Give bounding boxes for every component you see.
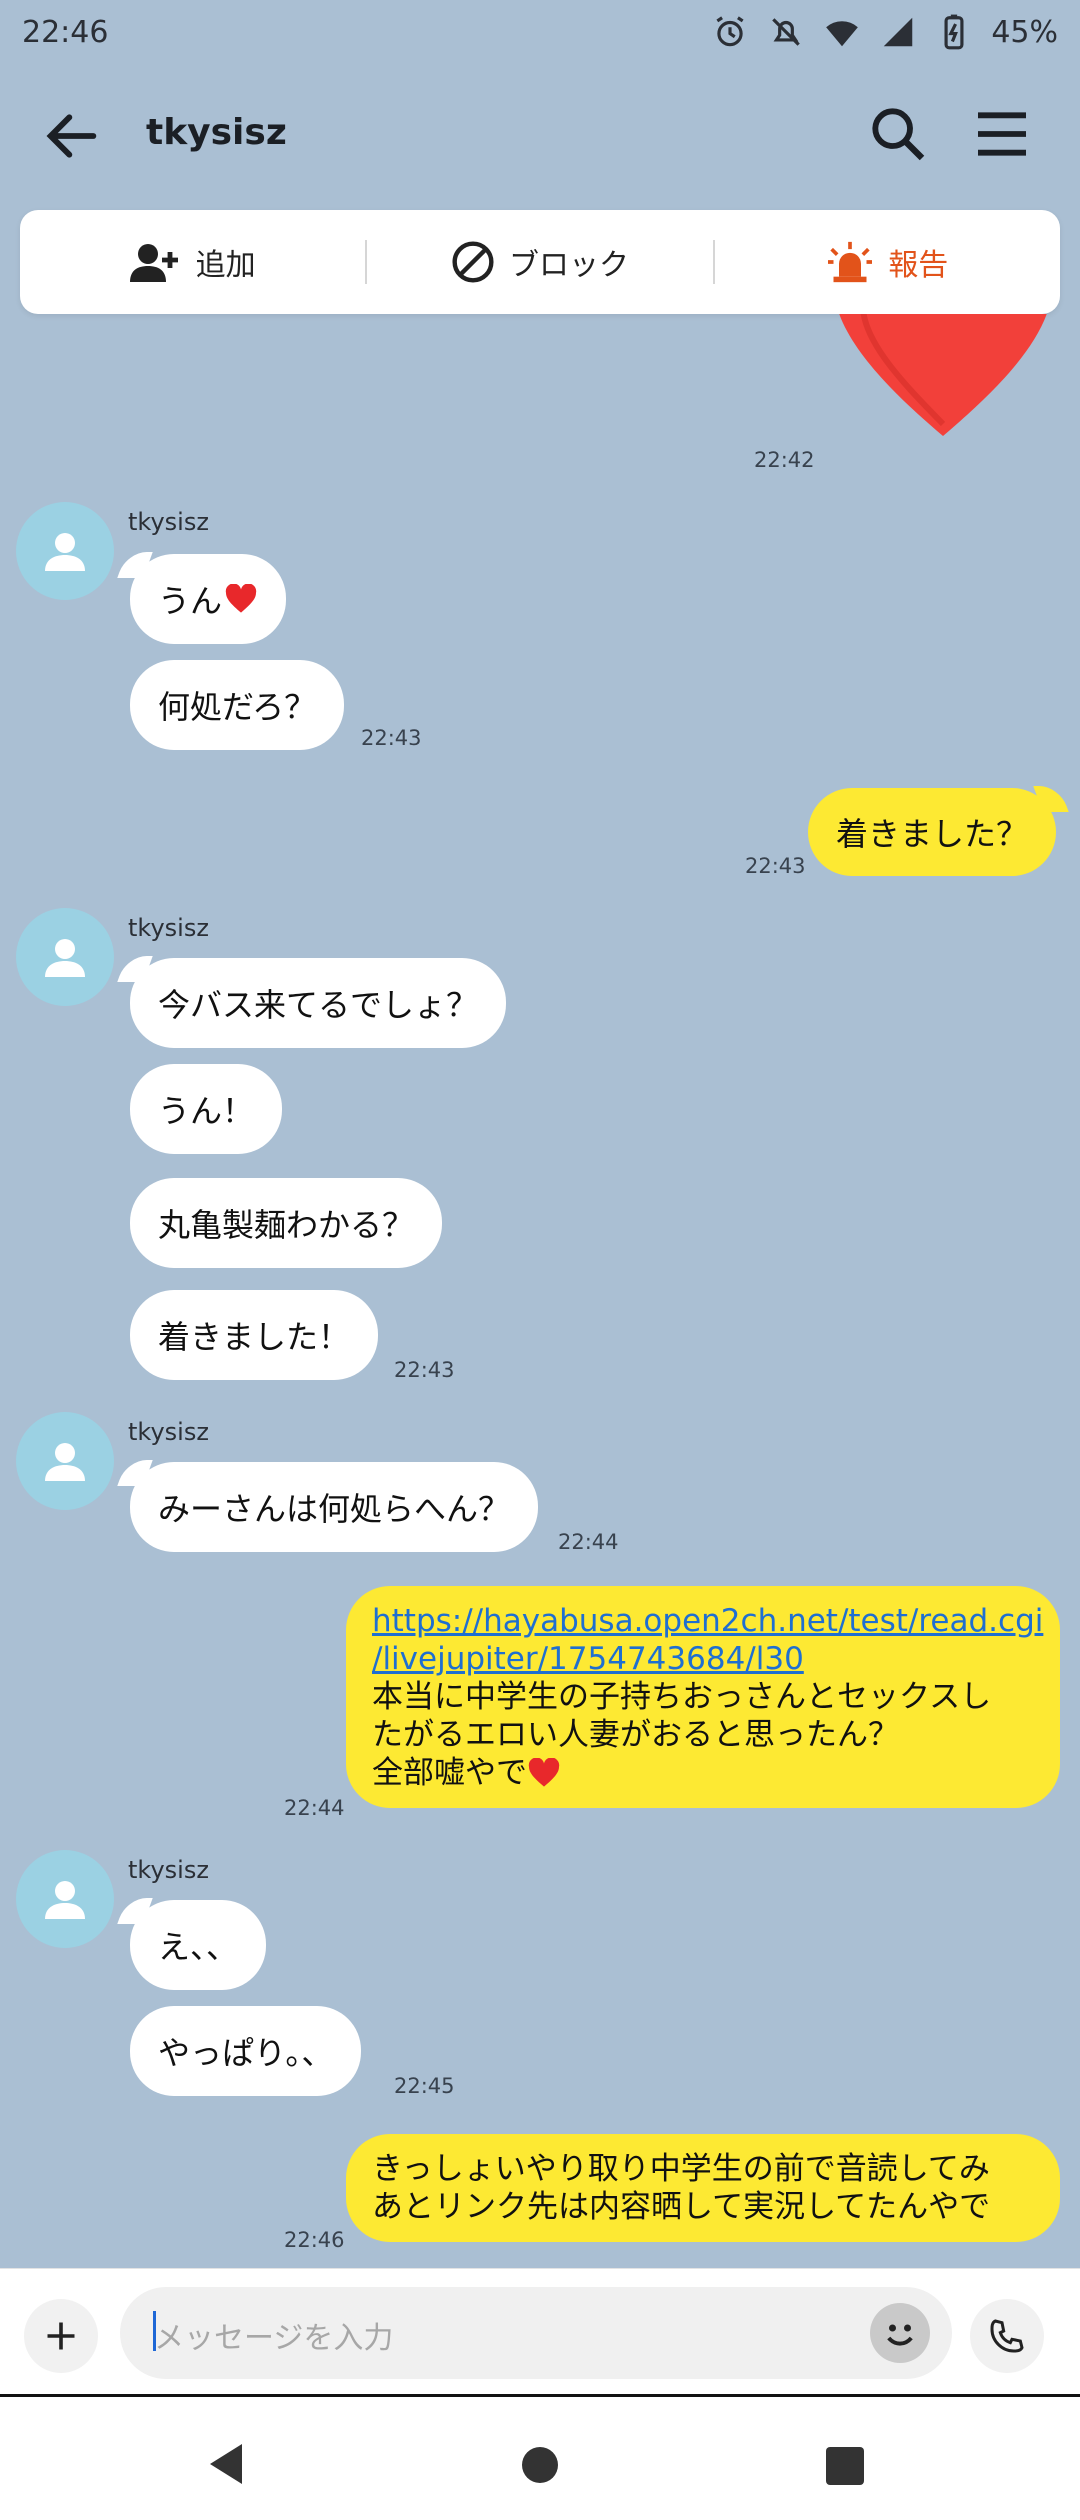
- avatar[interactable]: [16, 502, 114, 600]
- report-label: 報告: [888, 248, 949, 283]
- nav-home-icon[interactable]: [522, 2447, 558, 2483]
- message-text: あとリンク先は内容晒して実況してたんやで: [372, 2189, 991, 2225]
- message-time: 22:46: [284, 2228, 345, 2252]
- report-button[interactable]: 報告: [715, 210, 1060, 314]
- attach-button[interactable]: [24, 2299, 98, 2373]
- sender-name: tkysisz: [128, 508, 209, 536]
- chat-header: tkysisz: [0, 64, 1080, 209]
- heart-icon: [225, 584, 257, 613]
- block-label: ブロック: [508, 248, 629, 283]
- message-text: 何処だろ？: [158, 688, 317, 726]
- status-bar: 22:46 45%: [0, 0, 1080, 64]
- message-bubble[interactable]: 何処だろ？: [130, 660, 345, 750]
- sender-name: tkysisz: [128, 1418, 209, 1446]
- emoji-icon: [887, 2324, 913, 2346]
- message-time: 22:43: [394, 1358, 455, 1382]
- avatar-icon: [45, 533, 85, 571]
- system-nav-bar: [0, 2394, 1080, 2520]
- report-siren-icon: [828, 241, 873, 283]
- menu-icon[interactable]: [970, 102, 1034, 166]
- my-message-bubble[interactable]: きっしょいやり取り中学生の前で音読してみ あとリンク先は内容晒して実況してたんや…: [346, 2134, 1060, 2242]
- add-friend-icon: [129, 244, 178, 282]
- emoji-button[interactable]: [870, 2303, 930, 2363]
- avatar[interactable]: [16, 908, 114, 1006]
- status-time: 22:46: [22, 14, 109, 50]
- input-bar: メッセージを入力: [0, 2268, 1080, 2394]
- message-text: みーさんは何処らへん？: [158, 1490, 511, 1528]
- my-message-bubble[interactable]: 着きました？: [808, 788, 1057, 876]
- avatar-icon: [45, 1443, 85, 1481]
- message-bubble[interactable]: みーさんは何処らへん？: [130, 1462, 539, 1552]
- message-text: うん: [158, 582, 223, 620]
- avatar[interactable]: [16, 1412, 114, 1510]
- chat-area[interactable]: 22:42 tkysisz うん 何処だろ？ 22:43 着きました？ 22:4…: [0, 314, 1080, 2268]
- sender-name: tkysisz: [128, 1856, 209, 1884]
- avatar-icon: [45, 1881, 85, 1919]
- nav-back-icon[interactable]: [206, 2439, 246, 2489]
- heart-icon: [528, 1758, 560, 1787]
- my-message-bubble[interactable]: https://hayabusa.open2ch.net/test/read.c…: [346, 1586, 1060, 1808]
- message-link[interactable]: https://hayabusa.open2ch.net/test/read.c…: [372, 1602, 1043, 1640]
- message-text: 着きました！: [158, 1318, 351, 1356]
- signal-icon: [884, 17, 913, 47]
- message-text: 着きました？: [836, 815, 1029, 853]
- message-bubble[interactable]: うん: [130, 554, 287, 644]
- message-link[interactable]: /livejupiter/1754743684/l30: [372, 1640, 1034, 1678]
- heart-icon: [839, 314, 1047, 436]
- mute-bell-icon: [772, 18, 801, 46]
- action-bar: 追加 ブロック 報告: [20, 210, 1060, 314]
- message-bubble[interactable]: うん！: [130, 1064, 283, 1154]
- battery-percent: 45%: [991, 14, 1058, 50]
- message-text: うん！: [158, 1092, 255, 1130]
- search-icon[interactable]: [866, 102, 930, 166]
- message-bubble[interactable]: 丸亀製麺わかる？: [130, 1178, 443, 1268]
- message-text: 本当に中学生の子持ちおっさんとセックスし: [372, 1679, 992, 1715]
- message-text: 全部嘘やで: [372, 1755, 527, 1791]
- message-text: たがるエロい人妻がおると思ったん？: [372, 1717, 899, 1753]
- message-bubble[interactable]: え、、: [130, 1900, 267, 1990]
- nav-recents-icon[interactable]: [826, 2447, 864, 2485]
- message-time: 22:42: [754, 448, 815, 472]
- message-input[interactable]: メッセージを入力: [120, 2287, 952, 2379]
- avatar[interactable]: [16, 1850, 114, 1948]
- back-arrow-icon[interactable]: [40, 104, 104, 168]
- message-bubble[interactable]: 今バス来てるでしょ？: [130, 958, 507, 1048]
- block-icon: [452, 241, 494, 283]
- plus-icon: [47, 2322, 75, 2350]
- message-time: 22:44: [558, 1530, 619, 1554]
- message-bubble[interactable]: やっぱり。、: [130, 2006, 362, 2096]
- message-time: 22:45: [394, 2074, 455, 2098]
- add-friend-button[interactable]: 追加: [20, 210, 365, 314]
- message-time: 22:43: [361, 726, 422, 750]
- wifi-icon: [826, 21, 859, 47]
- avatar-icon: [45, 939, 85, 977]
- phone-icon: [990, 2319, 1024, 2353]
- message-text: え、、: [158, 1928, 239, 1966]
- sender-name: tkysisz: [128, 914, 209, 942]
- message-text: やっぱり。、: [158, 2034, 334, 2072]
- message-time: 22:44: [284, 1796, 345, 1820]
- status-icons: 45%: [711, 13, 1058, 51]
- message-text: 丸亀製麺わかる？: [158, 1206, 415, 1244]
- alarm-icon: [716, 16, 744, 47]
- message-time: 22:43: [745, 854, 806, 878]
- message-placeholder: メッセージを入力: [154, 2321, 394, 2356]
- chat-title: tkysisz: [146, 112, 287, 153]
- message-bubble[interactable]: 着きました！: [130, 1290, 379, 1380]
- add-label: 追加: [195, 248, 256, 283]
- call-button[interactable]: [970, 2299, 1044, 2373]
- block-button[interactable]: ブロック: [367, 210, 712, 314]
- message-text: 今バス来てるでしょ？: [158, 986, 479, 1024]
- battery-icon: [944, 14, 964, 50]
- message-text: きっしょいやり取り中学生の前で音読してみ: [372, 2151, 990, 2187]
